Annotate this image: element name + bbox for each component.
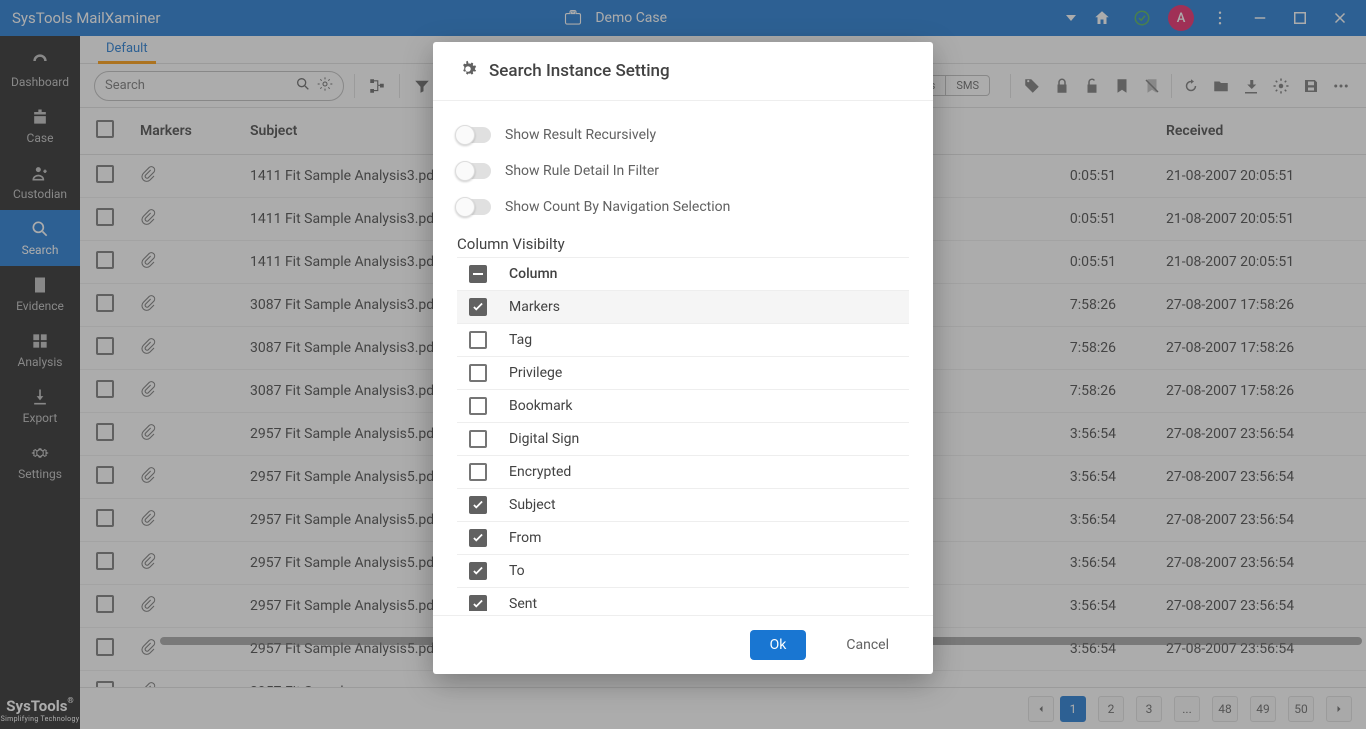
toggle-label: Show Rule Detail In Filter (505, 163, 659, 179)
column-checkbox[interactable] (469, 463, 487, 481)
modal-title: Search Instance Setting (489, 61, 670, 81)
column-visibility-row[interactable]: Sent (457, 588, 909, 611)
column-visibility-row[interactable]: Subject (457, 489, 909, 522)
ok-button[interactable]: Ok (750, 630, 807, 660)
toggle-recursive[interactable] (457, 127, 491, 143)
column-visibility-row[interactable]: Privilege (457, 357, 909, 390)
column-label: Encrypted (509, 464, 571, 480)
column-visibility-row[interactable]: Digital Sign (457, 423, 909, 456)
column-label: Digital Sign (509, 431, 579, 447)
settings-modal: Search Instance Setting Show Result Recu… (433, 42, 933, 674)
toggle-label: Show Result Recursively (505, 127, 656, 143)
section-column-visibility: Column Visibilty (457, 235, 909, 253)
column-label: Sent (509, 596, 537, 611)
column-checkbox[interactable] (469, 595, 487, 611)
column-checkbox[interactable] (469, 298, 487, 316)
gear-icon (457, 58, 479, 84)
column-visibility-row[interactable]: Markers (457, 291, 909, 324)
column-checkbox[interactable] (469, 430, 487, 448)
checkbox-all[interactable] (469, 265, 487, 283)
column-label: Privilege (509, 365, 562, 381)
column-checkbox[interactable] (469, 496, 487, 514)
column-visibility-row[interactable]: Tag (457, 324, 909, 357)
modal-overlay[interactable]: Search Instance Setting Show Result Recu… (0, 0, 1366, 729)
column-label: Subject (509, 497, 556, 513)
column-visibility-row[interactable]: Bookmark (457, 390, 909, 423)
column-label: To (509, 563, 525, 579)
toggle-label: Show Count By Navigation Selection (505, 199, 730, 215)
column-visibility-row[interactable]: To (457, 555, 909, 588)
column-checkbox[interactable] (469, 331, 487, 349)
column-label: Markers (509, 299, 560, 315)
cancel-button[interactable]: Cancel (826, 630, 909, 660)
toggle-rule-detail[interactable] (457, 163, 491, 179)
column-checkbox[interactable] (469, 562, 487, 580)
column-header-label: Column (509, 266, 557, 282)
column-checkbox[interactable] (469, 364, 487, 382)
column-label: Bookmark (509, 398, 573, 414)
column-checkbox[interactable] (469, 397, 487, 415)
column-visibility-row[interactable]: From (457, 522, 909, 555)
toggle-count-nav[interactable] (457, 199, 491, 215)
column-label: From (509, 530, 541, 546)
column-checkbox[interactable] (469, 529, 487, 547)
column-list: Column Markers Tag Privilege Bookmark Digita… (457, 257, 909, 611)
column-visibility-row[interactable]: Encrypted (457, 456, 909, 489)
column-label: Tag (509, 332, 532, 348)
